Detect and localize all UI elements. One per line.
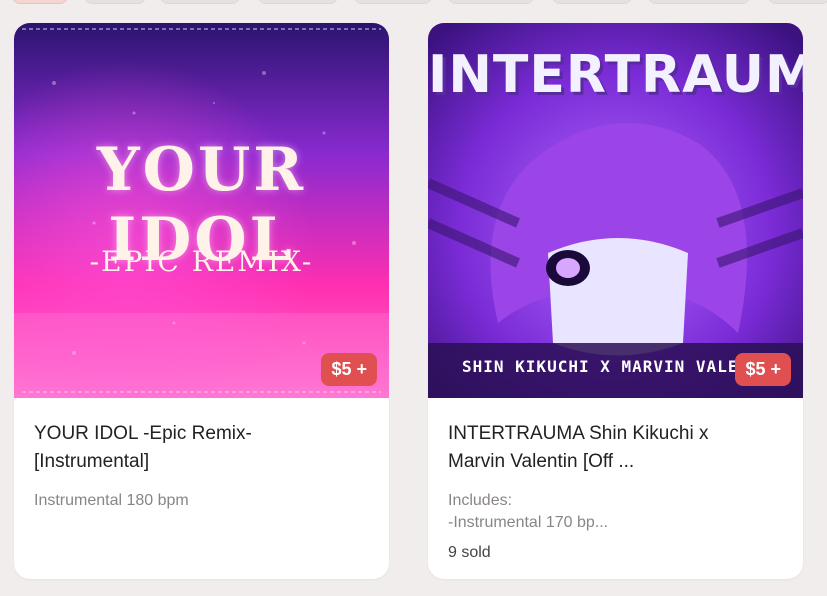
product-card[interactable]: YOUR IDOL -EPIC REMIX- $5 + YOUR IDOL -E…: [14, 23, 389, 579]
cover-subtitle-text: -EPIC REMIX-: [89, 245, 314, 278]
filter-pill[interactable]: [354, 0, 432, 4]
filter-pill-active[interactable]: [12, 0, 68, 4]
product-description: Includes: -Instrumental 170 bp...: [448, 492, 609, 531]
price-badge: $5 +: [321, 353, 377, 386]
filter-pill[interactable]: [84, 0, 146, 4]
product-title[interactable]: YOUR IDOL -Epic Remix- [Instrumental]: [34, 420, 369, 476]
filter-pill[interactable]: [648, 0, 750, 4]
sold-count: 9 sold: [448, 544, 491, 561]
product-title[interactable]: INTERTRAUMA Shin Kikuchi x Marvin Valent…: [448, 420, 783, 476]
product-cover-image[interactable]: INTERTRAUMA SHIN KIKUCHI X MARVIN VALE $…: [428, 23, 803, 398]
price-badge: $5 +: [735, 353, 791, 386]
filter-pill[interactable]: [552, 0, 632, 4]
filter-pill[interactable]: [160, 0, 240, 4]
filter-pill[interactable]: [768, 0, 827, 4]
product-cover-image[interactable]: YOUR IDOL -EPIC REMIX- $5 +: [14, 23, 389, 398]
filter-pill[interactable]: [448, 0, 534, 4]
cover-title-text: INTERTRAUMA: [428, 45, 803, 105]
product-card[interactable]: INTERTRAUMA SHIN KIKUCHI X MARVIN VALE $…: [428, 23, 803, 579]
product-description: Instrumental 180 bpm: [34, 492, 189, 509]
filter-pill[interactable]: [258, 0, 338, 4]
filter-pills: [0, 0, 827, 4]
